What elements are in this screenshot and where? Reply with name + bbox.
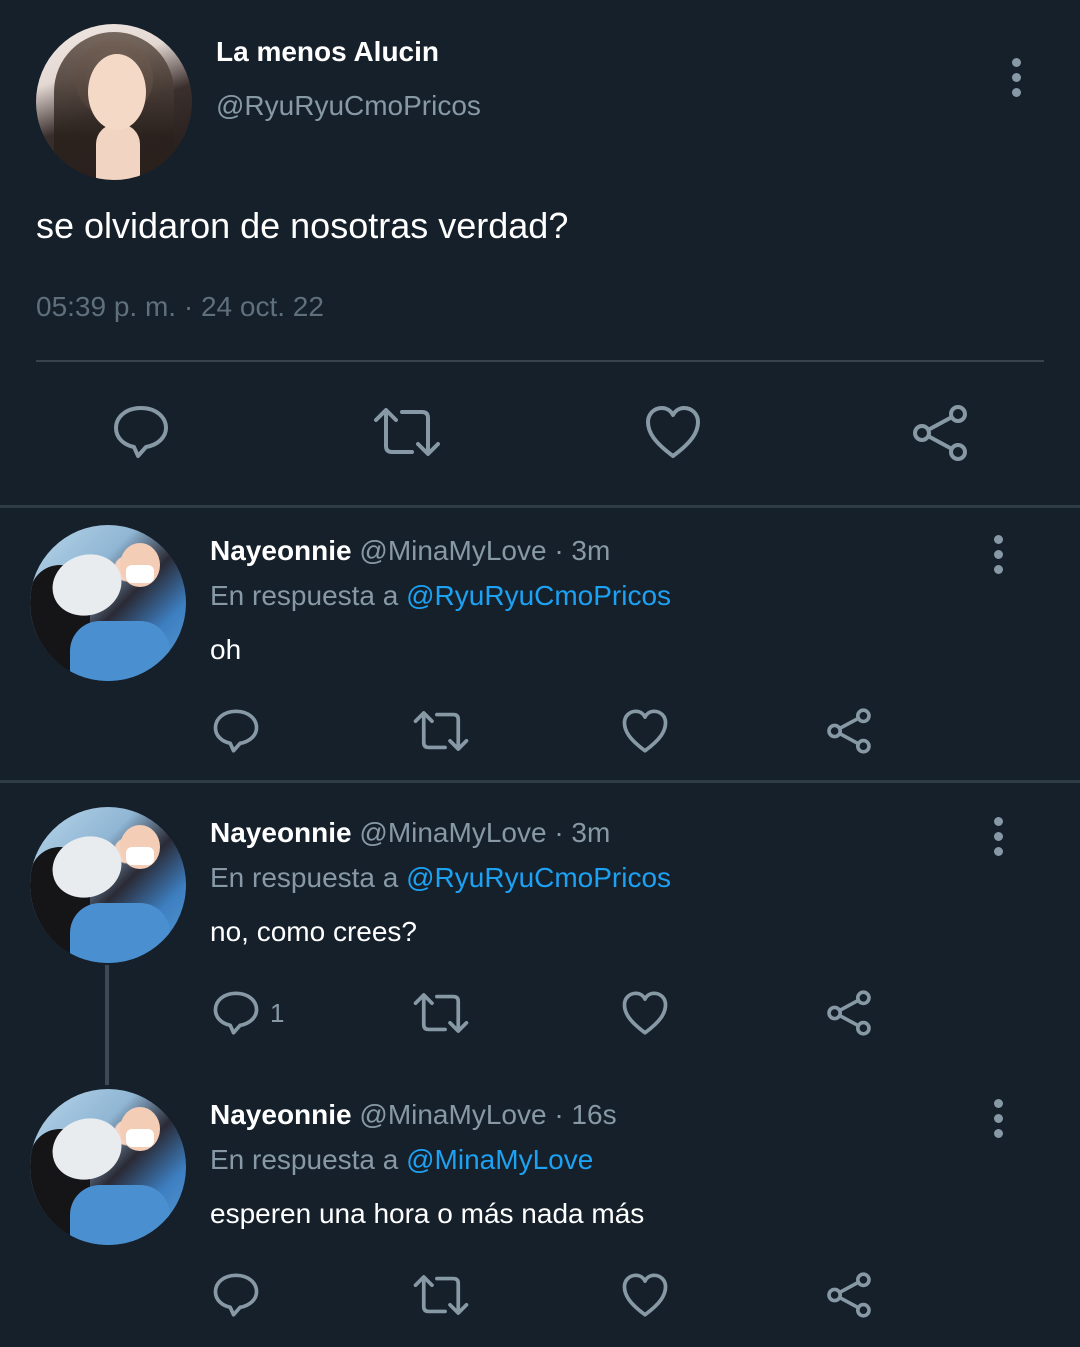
share-button[interactable]	[825, 1271, 873, 1319]
more-options-icon[interactable]	[994, 535, 1004, 580]
retweet-icon	[413, 1275, 469, 1315]
reply-button[interactable]: 1	[212, 990, 284, 1036]
tweet-text: se olvidaron de nosotras verdad?	[36, 205, 569, 246]
reply-button[interactable]	[212, 1272, 270, 1318]
replying-to-link[interactable]: @MinaMyLove	[406, 1144, 593, 1175]
retweet-button[interactable]	[372, 404, 442, 460]
replying-to-link[interactable]: @RyuRyuCmoPricos	[406, 862, 671, 893]
avatar[interactable]	[30, 525, 186, 681]
more-options-icon[interactable]	[994, 817, 1004, 862]
display-name[interactable]: La menos Alucin	[216, 36, 439, 68]
more-options-icon[interactable]	[994, 1099, 1004, 1144]
retweet-button[interactable]	[412, 1272, 470, 1318]
replying-to-link[interactable]: @RyuRyuCmoPricos	[406, 580, 671, 611]
like-button[interactable]	[644, 404, 702, 460]
like-icon	[622, 991, 668, 1035]
avatar-jacket	[70, 903, 170, 963]
handle[interactable]: @RyuRyuCmoPricos	[216, 90, 481, 122]
reply-count: 1	[270, 997, 285, 1028]
reply-icon	[213, 1273, 259, 1317]
replying-to: En respuesta a @MinaMyLove	[210, 1144, 593, 1176]
avatar[interactable]	[36, 24, 192, 180]
reply-icon	[213, 991, 259, 1035]
reply-text: oh	[210, 634, 242, 665]
reply-header: Nayeonnie @MinaMyLove · 16s	[210, 1099, 617, 1131]
avatar[interactable]	[30, 807, 186, 963]
share-icon	[827, 990, 871, 1036]
retweet-icon	[413, 993, 469, 1033]
section-divider	[0, 505, 1080, 508]
tweet-timestamp[interactable]: 05:39 p. m. · 24 oct. 22	[36, 291, 324, 323]
like-button[interactable]	[621, 708, 669, 754]
reply-text: no, como crees?	[210, 916, 417, 947]
retweet-icon	[374, 408, 440, 456]
display-name[interactable]: Nayeonnie	[210, 535, 352, 566]
retweet-button[interactable]	[412, 990, 470, 1036]
replying-to-prefix: En respuesta a	[210, 580, 399, 611]
like-icon	[622, 709, 668, 753]
retweet-button[interactable]	[412, 708, 470, 754]
more-options-icon[interactable]	[1012, 58, 1022, 103]
handle-and-time: @MinaMyLove · 16s	[359, 1099, 617, 1130]
reply-icon	[213, 709, 259, 753]
display-name[interactable]: Nayeonnie	[210, 817, 352, 848]
replying-to-prefix: En respuesta a	[210, 862, 399, 893]
handle-and-time: @MinaMyLove · 3m	[359, 817, 611, 848]
retweet-icon	[413, 711, 469, 751]
reply-header: Nayeonnie @MinaMyLove · 3m	[210, 535, 610, 567]
avatar-jacket	[70, 1185, 170, 1245]
reply-text: esperen una hora o más nada más	[210, 1198, 645, 1229]
reply-icon	[114, 406, 168, 458]
replying-to: En respuesta a @RyuRyuCmoPricos	[210, 580, 671, 612]
replying-to: En respuesta a @RyuRyuCmoPricos	[210, 862, 671, 894]
avatar-face	[88, 54, 146, 130]
avatar-face-mask	[126, 847, 154, 865]
avatar[interactable]	[30, 1089, 186, 1245]
avatar-jacket	[70, 621, 170, 681]
avatar-face-mask	[126, 1129, 154, 1147]
share-button[interactable]	[910, 404, 970, 462]
replying-to-prefix: En respuesta a	[210, 1144, 399, 1175]
share-button[interactable]	[825, 989, 873, 1037]
tweet-thread-screen: La menos Alucin @RyuRyuCmoPricos se olvi…	[0, 0, 1080, 1347]
like-button[interactable]	[621, 990, 669, 1036]
handle-and-time: @MinaMyLove · 3m	[359, 535, 611, 566]
like-icon	[622, 1273, 668, 1317]
share-icon	[827, 708, 871, 754]
main-tweet: La menos Alucin @RyuRyuCmoPricos se olvi…	[0, 0, 1080, 505]
reply-header: Nayeonnie @MinaMyLove · 3m	[210, 817, 610, 849]
reply-button[interactable]	[212, 708, 270, 754]
section-divider	[0, 780, 1080, 783]
reply-button[interactable]	[112, 404, 170, 460]
share-icon	[913, 405, 967, 461]
share-icon	[827, 1272, 871, 1318]
avatar-face-mask	[126, 565, 154, 583]
share-button[interactable]	[825, 707, 873, 755]
display-name[interactable]: Nayeonnie	[210, 1099, 352, 1130]
thread-connector	[105, 965, 109, 1085]
like-button[interactable]	[621, 1272, 669, 1318]
like-icon	[646, 406, 700, 458]
divider	[36, 360, 1044, 362]
avatar-neck	[96, 124, 140, 180]
